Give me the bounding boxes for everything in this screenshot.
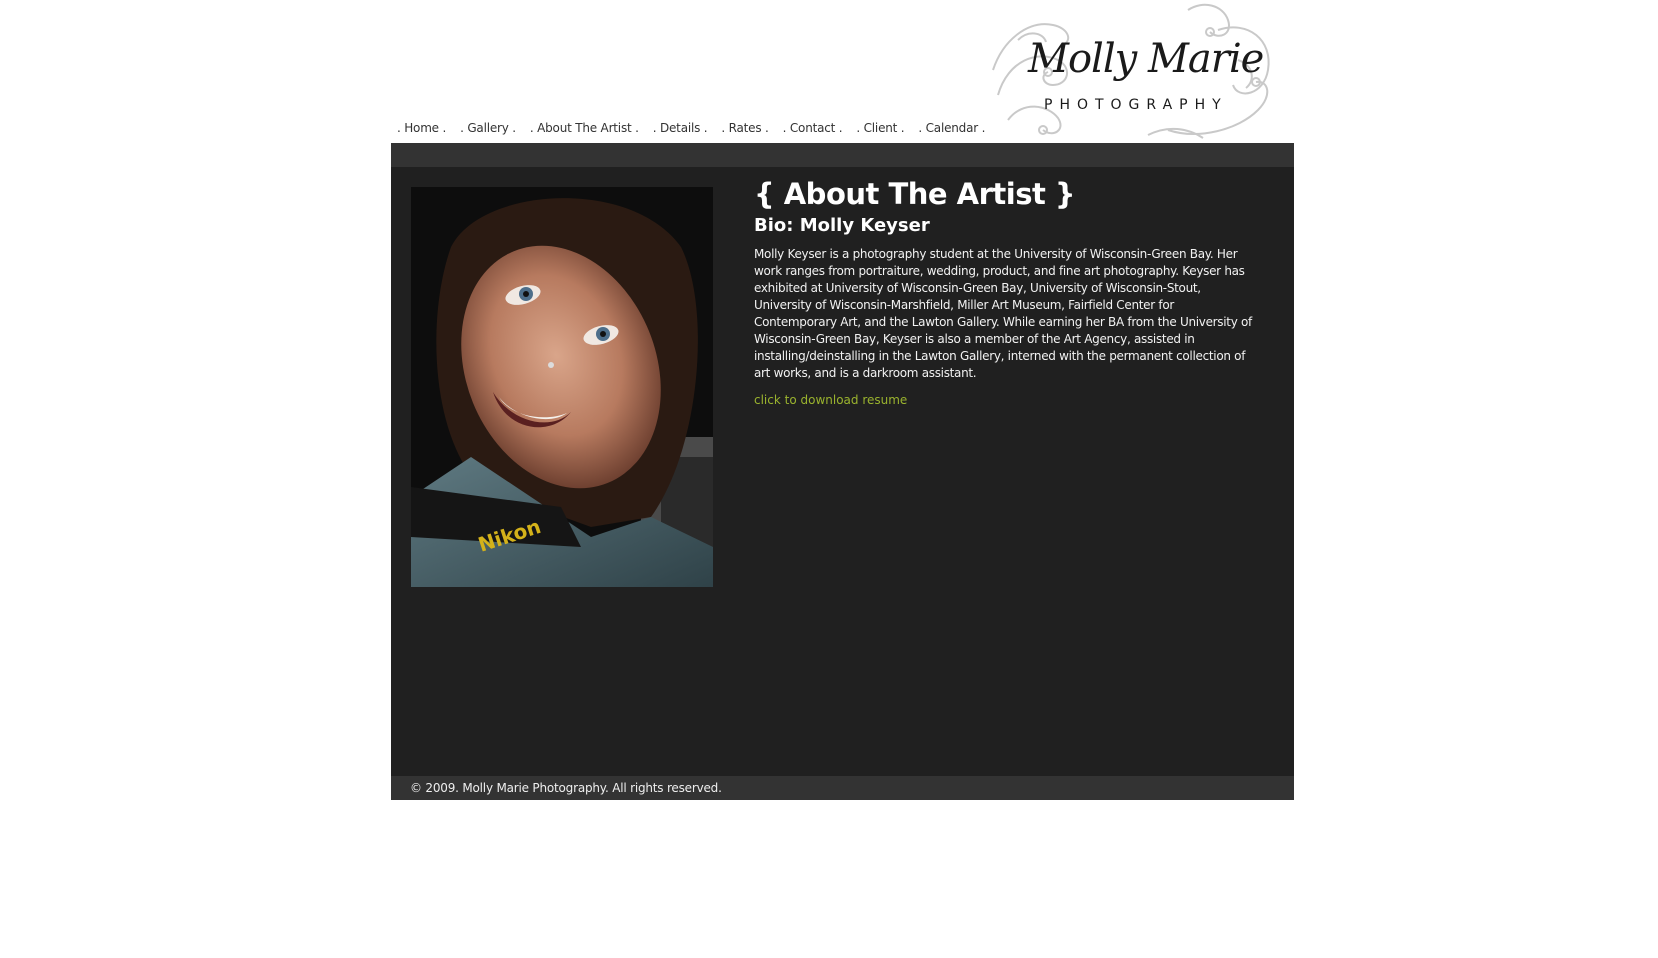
main-content: Nikon { About The Artist } Bio: Molly Ke…: [391, 167, 1294, 776]
nav-about-the-artist[interactable]: . About The Artist .: [530, 121, 639, 135]
nav-contact[interactable]: . Contact .: [783, 121, 843, 135]
nav-calendar[interactable]: . Calendar .: [918, 121, 985, 135]
page-title: { About The Artist }: [754, 177, 1076, 211]
nav-rates[interactable]: . Rates .: [721, 121, 768, 135]
bio-section: { About The Artist } Bio: Molly Keyser M…: [754, 175, 1254, 408]
nav-client[interactable]: . Client .: [856, 121, 904, 135]
copyright-text: © 2009. Molly Marie Photography. All rig…: [410, 781, 722, 795]
logo-script-text: Molly Marie: [1028, 36, 1264, 82]
bio-heading: Bio: Molly Keyser: [754, 215, 930, 236]
nav-gallery[interactable]: . Gallery .: [460, 121, 516, 135]
download-resume-link[interactable]: click to download resume: [754, 393, 907, 407]
artist-portrait-image: Nikon: [411, 187, 713, 587]
logo-subtitle: PHOTOGRAPHY: [1044, 97, 1228, 113]
header: . Home . . Gallery . . About The Artist …: [391, 0, 1294, 143]
nav-details[interactable]: . Details .: [653, 121, 708, 135]
footer: © 2009. Molly Marie Photography. All rig…: [391, 776, 1294, 800]
top-bar: [391, 143, 1294, 167]
logo[interactable]: Molly Marie PHOTOGRAPHY: [988, 0, 1288, 143]
page: . Home . . Gallery . . About The Artist …: [391, 0, 1294, 800]
bio-paragraph: Molly Keyser is a photography student at…: [754, 247, 1252, 380]
nav-home[interactable]: . Home .: [397, 121, 446, 135]
main-nav: . Home . . Gallery . . About The Artist …: [397, 121, 999, 135]
